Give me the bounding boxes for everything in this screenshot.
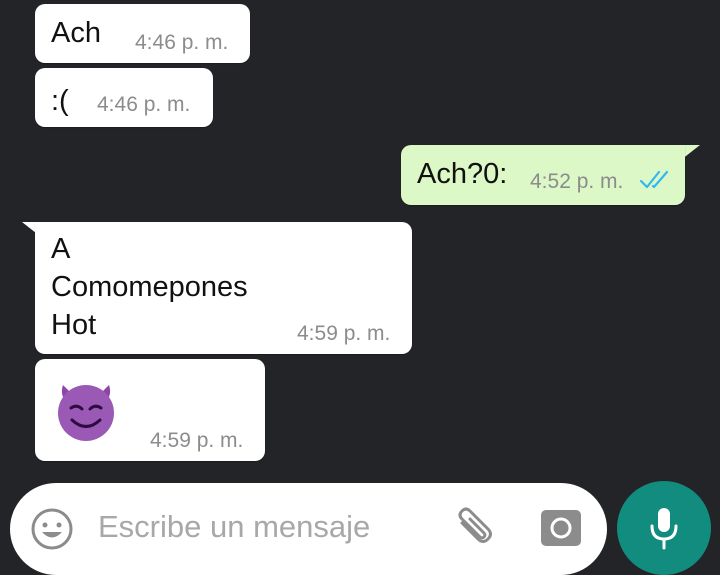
message-composer: Escribe un mensaje [10,483,607,575]
message-time: 4:59 p. m. [297,322,391,345]
mic-icon [650,508,678,550]
camera-icon[interactable] [540,509,582,547]
message-text: A Comomepones Hot [51,233,248,341]
double-check-icon [639,170,669,189]
smiling-devil-emoji-icon [58,385,114,441]
message-time: 4:46 p. m. [97,93,191,116]
message-bubble-incoming[interactable]: 4:59 p. m. [35,359,265,461]
message-bubble-incoming[interactable]: :( 4:46 p. m. [35,68,213,127]
message-text: Ach [51,17,101,49]
message-bubble-incoming[interactable]: Ach 4:46 p. m. [35,4,250,63]
mic-button[interactable] [617,481,711,575]
message-bubble-incoming[interactable]: A Comomepones Hot 4:59 p. m. [35,222,412,354]
message-input[interactable]: Escribe un mensaje [98,509,370,545]
message-text: Ach?0: [417,158,508,190]
message-text: :( [51,85,69,117]
message-time: 4:46 p. m. [135,31,229,54]
emoji-icon[interactable] [30,507,74,551]
paperclip-icon[interactable] [450,505,498,553]
message-bubble-outgoing[interactable]: Ach?0: 4:52 p. m. [401,145,685,205]
message-time: 4:52 p. m. [530,170,624,193]
message-time: 4:59 p. m. [150,429,244,452]
